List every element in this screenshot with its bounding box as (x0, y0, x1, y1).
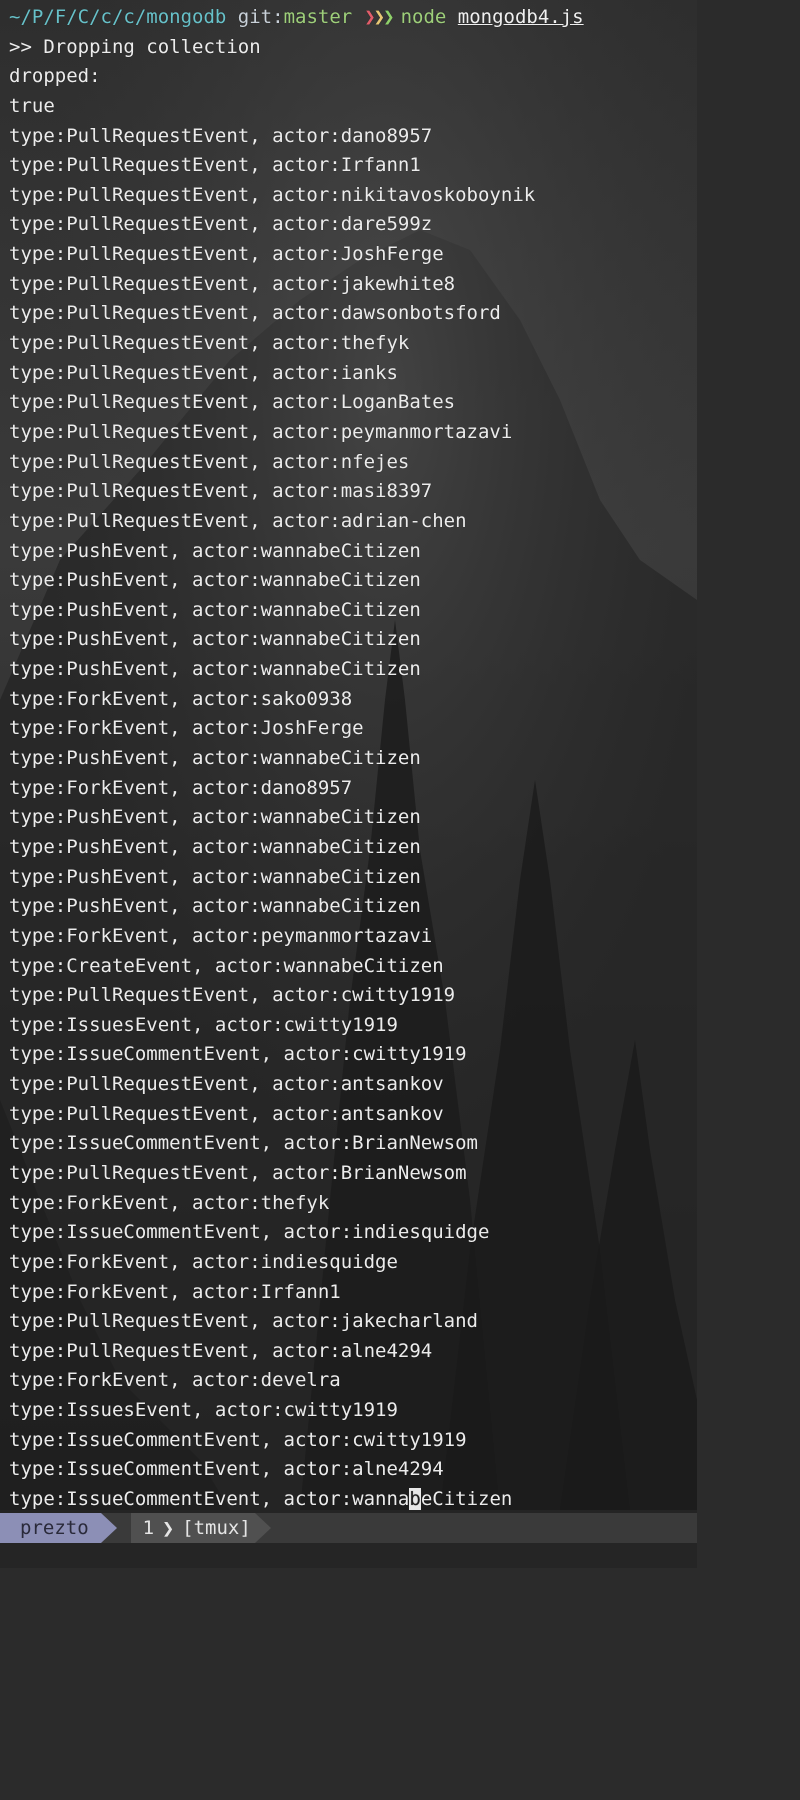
output-line: type:IssueCommentEvent, actor:cwitty1919 (9, 1428, 467, 1451)
output-line: type:PushEvent, actor:wannabeCitizen (9, 628, 421, 651)
output-line: type:ForkEvent, actor:dano8957 (9, 776, 353, 799)
bottom-strip (0, 1543, 697, 1568)
output-line: type:PullRequestEvent, actor:nfejes (9, 450, 410, 473)
prompt-branch: master (283, 6, 353, 28)
output-line: type:PushEvent, actor:wannabeCitizen (9, 806, 421, 829)
output-line: type:PullRequestEvent, actor:JoshFerge (9, 243, 444, 266)
tmux-status-bar: prezto 1 ❯ [tmux] (0, 1513, 697, 1543)
output-line: type:PullRequestEvent, actor:Irfann1 (9, 154, 421, 177)
output-line: type:PushEvent, actor:wannabeCitizen (9, 747, 421, 770)
output-line: type:IssueCommentEvent, actor:cwitty1919 (9, 1043, 467, 1066)
tmux-session-name[interactable]: prezto (0, 1513, 101, 1543)
output-line: type:PushEvent, actor:wannabeCitizen (9, 835, 421, 858)
output-line: type:ForkEvent, actor:JoshFerge (9, 717, 364, 740)
output-line: type:PullRequestEvent, actor:antsankov (9, 1073, 444, 1096)
output-line: type:ForkEvent, actor:indiesquidge (9, 1250, 398, 1273)
output-line: type:PullRequestEvent, actor:cwitty1919 (9, 984, 456, 1007)
output-line: type:IssuesEvent, actor:cwitty1919 (9, 1399, 398, 1422)
output-line: type:IssueCommentEvent, actor:BrianNewso… (9, 1132, 478, 1155)
output-line: type:PullRequestEvent, actor:masi8397 (9, 480, 433, 503)
output-line: type:PullRequestEvent, actor:dare599z (9, 213, 433, 236)
output-line: true (9, 94, 55, 117)
session-powerline-arrow-icon (100, 1513, 117, 1543)
output-line-last-suffix: eCitizen (420, 1488, 513, 1511)
output-line: >> Dropping collection (9, 35, 261, 58)
output-line: type:PushEvent, actor:wannabeCitizen (9, 569, 421, 592)
output-line: dropped: (9, 65, 101, 88)
output-line: type:CreateEvent, actor:wannabeCitizen (9, 954, 444, 977)
output-line: type:PushEvent, actor:wannabeCitizen (9, 598, 421, 621)
prompt-line: ~/P/F/C/c/c/mongodb git:master ❯❯❯ node mo… (0, 3, 697, 33)
output-line: type:PullRequestEvent, actor:LoganBates (9, 391, 456, 414)
prompt-command: node (400, 6, 447, 28)
output-line: type:PullRequestEvent, actor:dawsonbotsf… (9, 302, 501, 325)
output-line: type:PullRequestEvent, actor:jakecharlan… (9, 1310, 478, 1333)
prompt-argument: mongodb4.js (457, 6, 584, 28)
output-line: type:PullRequestEvent, actor:peymanmorta… (9, 420, 513, 443)
text-cursor: b (409, 1488, 421, 1511)
output-line: type:ForkEvent, actor:develra (9, 1369, 341, 1392)
output-line: type:IssuesEvent, actor:cwitty1919 (9, 1013, 398, 1036)
output-line: type:ForkEvent, actor:thefyk (9, 1191, 330, 1214)
output-line: type:PullRequestEvent, actor:nikitavosko… (9, 183, 536, 206)
output-line: type:PullRequestEvent, actor:thefyk (9, 332, 410, 355)
output-line: type:ForkEvent, actor:Irfann1 (9, 1280, 341, 1303)
output-line: type:ForkEvent, actor:peymanmortazavi (9, 924, 433, 947)
terminal-output[interactable]: ~/P/F/C/c/c/mongodb git:master ❯❯❯ node mo… (0, 0, 697, 1511)
output-line: type:ForkEvent, actor:sako0938 (9, 687, 353, 710)
output-lines: >> Dropping collection dropped: true type:P… (0, 33, 697, 1485)
output-line: type:PushEvent, actor:wannabeCitizen (9, 658, 421, 681)
output-line: type:PullRequestEvent, actor:alne4294 (9, 1339, 433, 1362)
output-line-last-prefix: type:IssueCommentEvent, actor:wanna (9, 1488, 410, 1511)
output-line: type:IssueCommentEvent, actor:indiesquid… (9, 1221, 490, 1244)
output-line: type:PushEvent, actor:wannabeCitizen (9, 865, 421, 888)
tmux-window-name: [tmux] (182, 1517, 251, 1539)
output-line: type:PullRequestEvent, actor:jakewhite8 (9, 272, 456, 295)
prompt-git-separator: : (272, 6, 284, 28)
chevron-right-icon: ❯ (162, 1516, 175, 1540)
prompt-git-label: git (237, 6, 273, 28)
prompt-arrows-icon: ❯❯❯ (364, 6, 394, 28)
window-powerline-arrow-icon (254, 1513, 271, 1543)
tmux-window-tab[interactable]: 1 ❯ [tmux] (130, 1513, 255, 1543)
output-line-last: type:IssueCommentEvent, actor:wannabeCit… (0, 1485, 697, 1515)
output-line: type:PullRequestEvent, actor:dano8957 (9, 124, 433, 147)
output-line: type:PullRequestEvent, actor:ianks (9, 361, 398, 384)
output-line: type:PushEvent, actor:wannabeCitizen (9, 895, 421, 918)
output-line: type:IssueCommentEvent, actor:alne4294 (9, 1458, 444, 1481)
output-line: type:PushEvent, actor:wannabeCitizen (9, 539, 421, 562)
output-line: type:PullRequestEvent, actor:antsankov (9, 1102, 444, 1125)
prompt-path: ~/P/F/C/c/c/mongodb (9, 6, 227, 28)
output-line: type:PullRequestEvent, actor:adrian-chen (9, 509, 467, 532)
output-line: type:PullRequestEvent, actor:BrianNewsom (9, 1161, 467, 1184)
tmux-window-index: 1 (142, 1517, 155, 1539)
